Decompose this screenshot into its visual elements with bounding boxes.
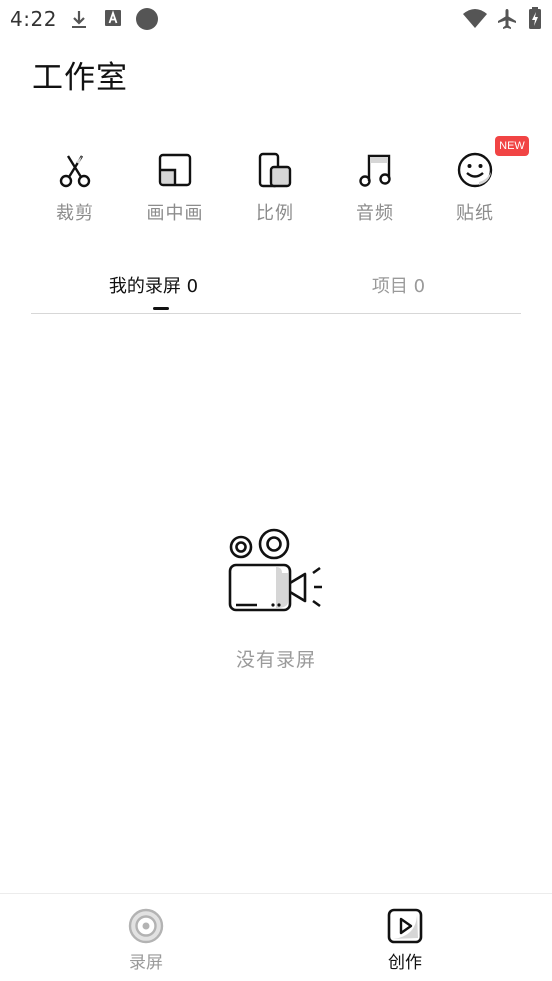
nav-label: 创作 [388,953,422,973]
tool-audio[interactable]: 音频 [325,148,425,228]
picture-in-picture-icon [158,153,192,187]
video-camera-icon [228,528,322,612]
empty-state-text: 没有录屏 [235,649,316,671]
bottom-nav: 录屏 创作 [0,893,552,981]
smiley-sticker-icon [457,152,493,188]
tool-label: 比例 [256,203,294,224]
status-bar: 4:22 [0,0,552,38]
status-time: 4:22 [10,7,57,31]
record-icon [128,908,164,944]
tab-my-recordings[interactable]: 我的录屏 0 [31,272,276,298]
tool-label: 贴纸 [456,203,494,224]
nav-label: 录屏 [129,953,163,973]
tool-aspect-ratio[interactable]: 比例 [225,148,325,228]
airplane-icon [498,9,516,29]
wifi-icon [463,9,487,28]
tool-label: 裁剪 [56,203,94,224]
page-title: 工作室 [32,60,128,96]
tab-bar: 我的录屏 0 项目 0 [31,262,521,314]
new-badge: NEW [495,136,529,156]
battery-charging-icon [529,7,541,29]
tool-row: 裁剪 画中画 比例 音频 贴纸 NEW [25,136,529,228]
nav-create[interactable]: 创作 [345,908,465,973]
tool-label: 画中画 [146,203,204,224]
tool-label: 音频 [356,203,394,224]
tool-crop[interactable]: 裁剪 [25,148,125,228]
tab-indicator [153,307,169,310]
text-a-icon [105,10,121,26]
aspect-ratio-icon [258,152,292,188]
play-square-icon [387,908,423,944]
scissors-icon [59,155,91,188]
music-note-icon [359,154,391,187]
tab-projects[interactable]: 项目 0 [276,272,521,298]
tool-picture-in-picture[interactable]: 画中画 [125,148,225,228]
nav-record[interactable]: 录屏 [86,908,206,973]
circle-dot-icon [136,8,158,30]
download-icon [72,11,86,28]
tool-sticker[interactable]: 贴纸 [425,148,525,228]
